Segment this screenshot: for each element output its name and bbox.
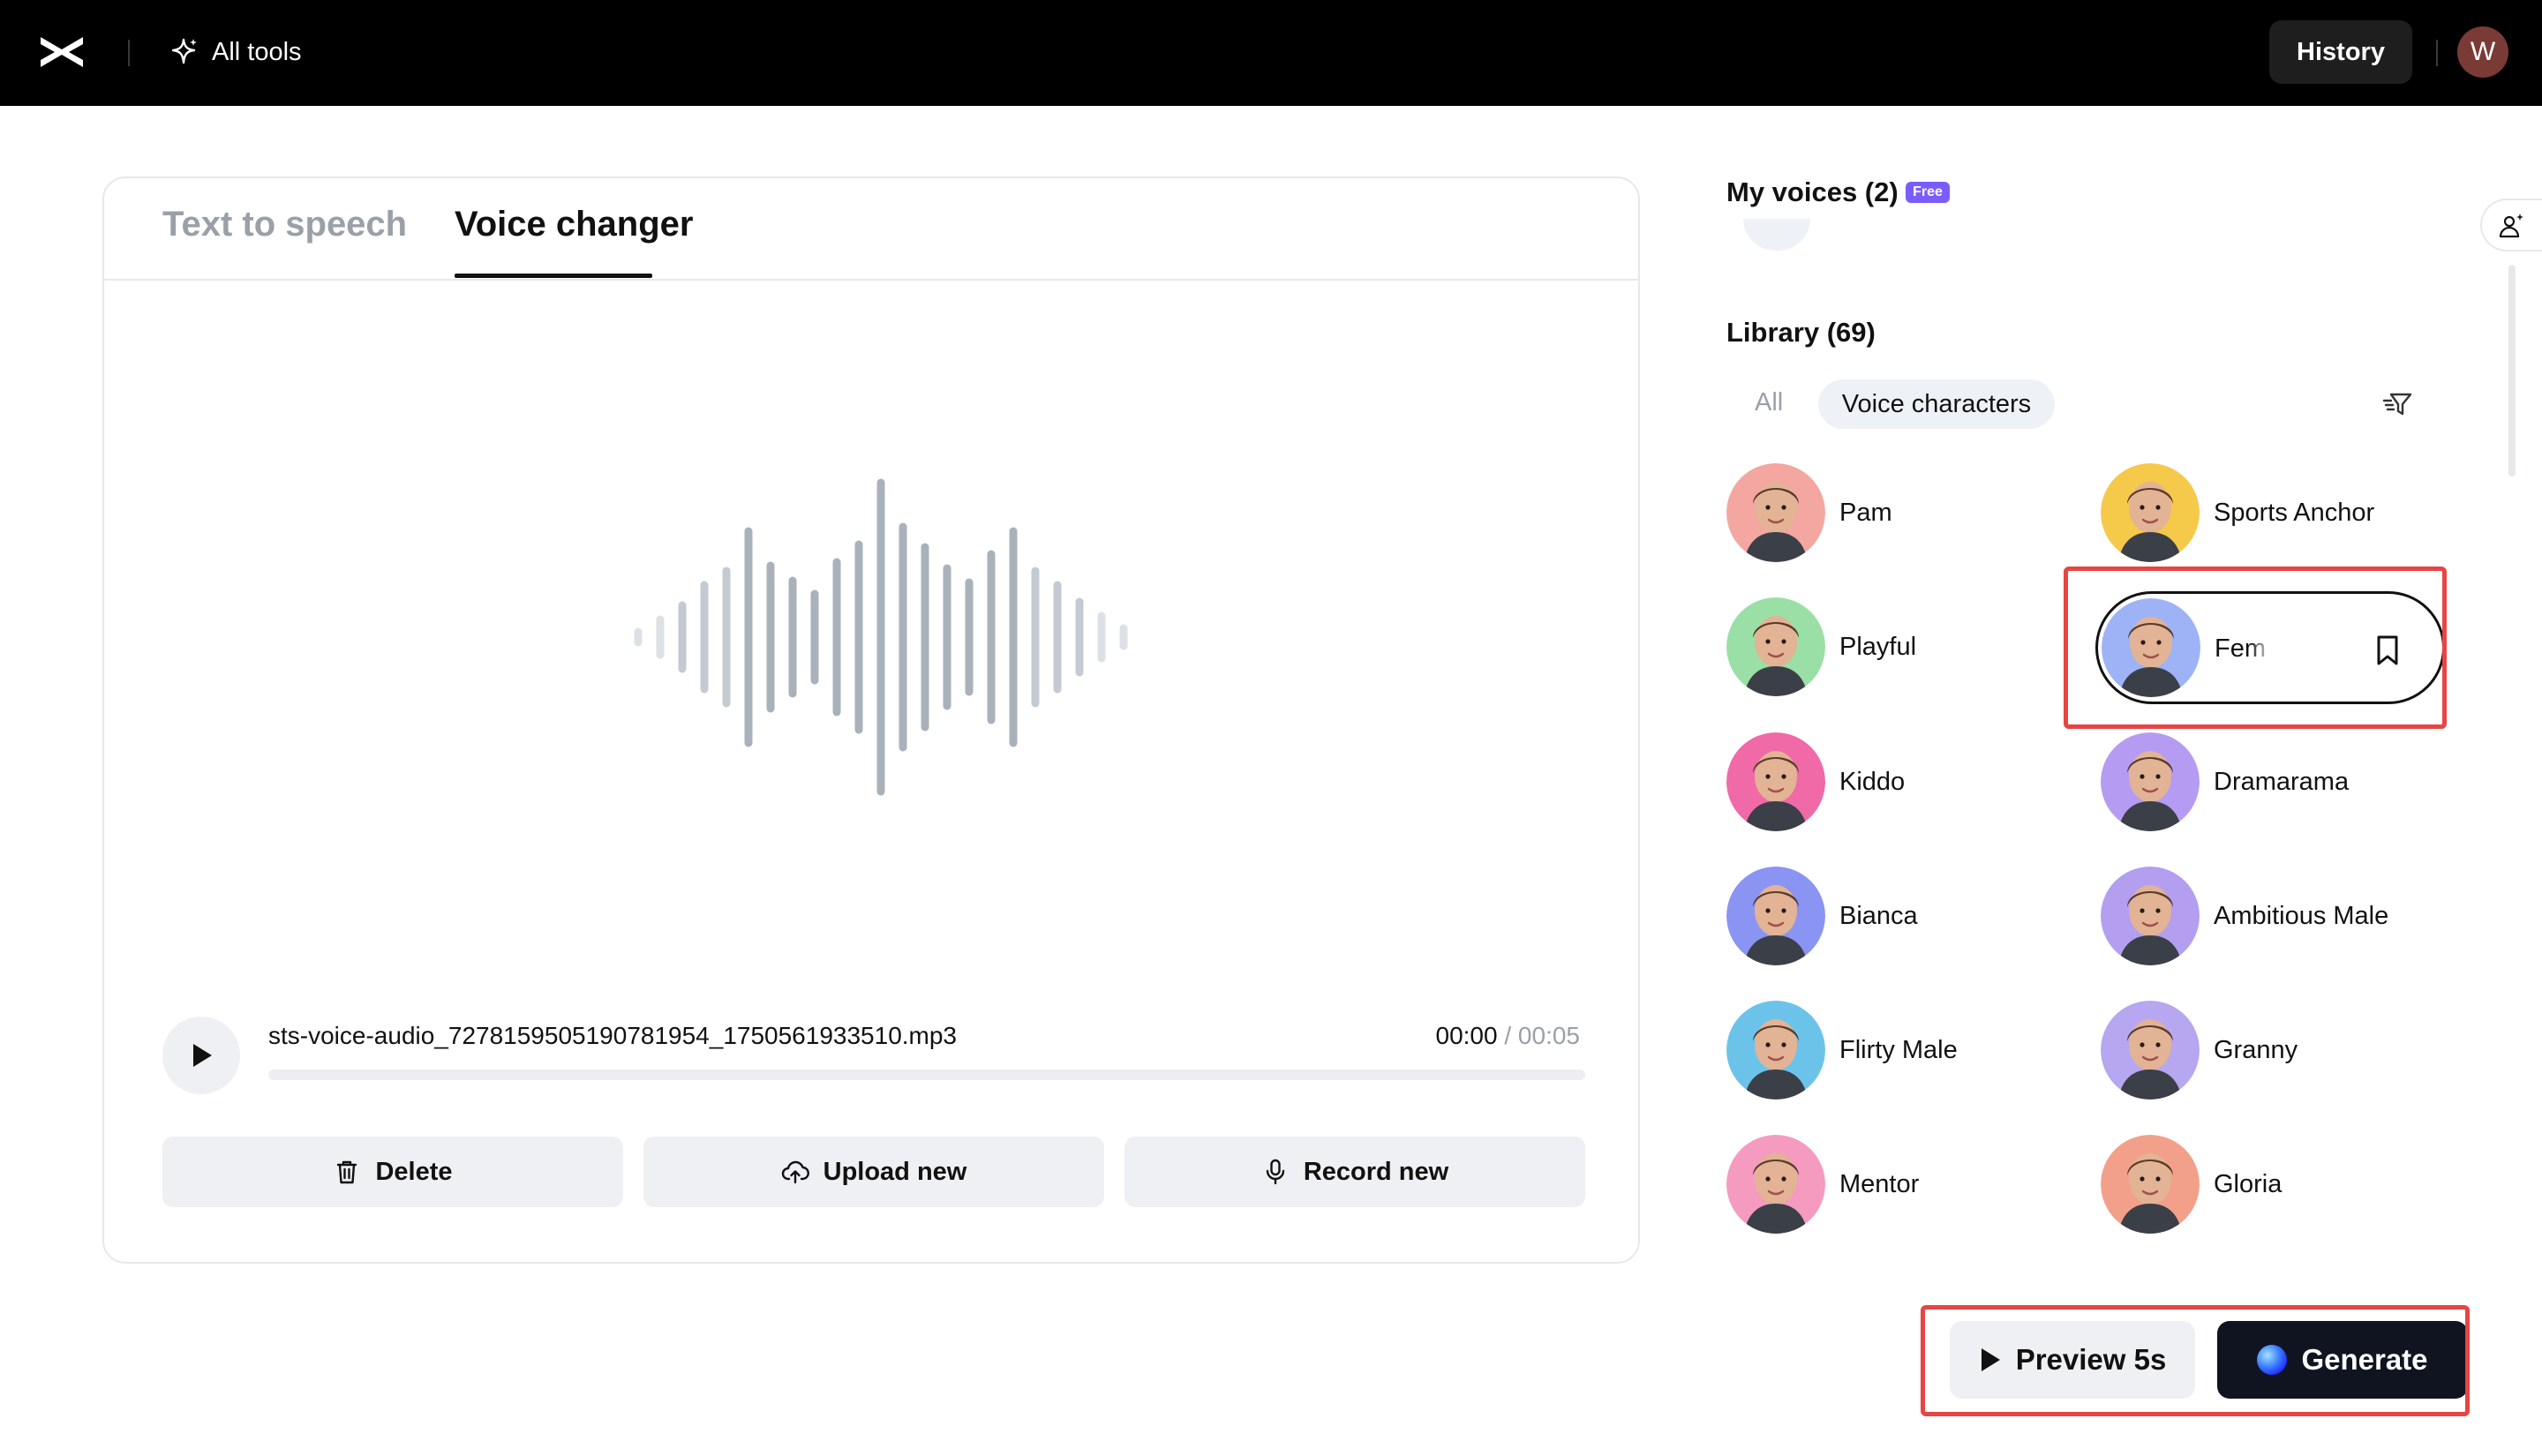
person-avatar-icon (1726, 867, 1825, 965)
voice-name: Sports Anchor (2214, 499, 2374, 528)
person-avatar-icon (1726, 597, 1825, 696)
waveform-icon (625, 469, 1137, 805)
time-readout: 00:00 / 00:05 (1436, 1022, 1581, 1050)
voice-avatar (2101, 463, 2200, 562)
play-button[interactable] (162, 1017, 240, 1094)
voice-item-dramarama[interactable]: Dramarama (2101, 732, 2349, 831)
voice-avatar (1726, 732, 1825, 831)
person-avatar-icon (1726, 1001, 1825, 1100)
progress-bar[interactable] (268, 1069, 1585, 1080)
voice-name: Bianca (1839, 902, 1918, 931)
total-time: 00:05 (1518, 1022, 1580, 1049)
person-avatar-icon (2101, 867, 2200, 965)
voice-avatar (1726, 463, 1825, 562)
person-avatar-icon (1726, 1135, 1825, 1234)
upload-new-button[interactable]: Upload new (643, 1137, 1104, 1207)
filter-icon[interactable] (2380, 387, 2416, 422)
voice-avatar (2101, 867, 2200, 965)
voice-item-mentor[interactable]: Mentor (1726, 1135, 1919, 1234)
all-tools-button[interactable]: All tools (168, 32, 302, 72)
user-avatar[interactable]: W (2457, 26, 2508, 78)
selected-voice-highlight (2064, 567, 2447, 729)
record-new-label: Record new (1304, 1158, 1448, 1187)
my-voices-title: My voices (2) (1726, 176, 1899, 208)
voice-item-flirty-male[interactable]: Flirty Male (1726, 1001, 1958, 1100)
voice-name: Playful (1839, 633, 1916, 662)
trash-icon (333, 1158, 361, 1186)
voice-avatar (1726, 867, 1825, 965)
filter-all[interactable]: All (1755, 388, 1783, 417)
voice-name: Dramarama (2214, 768, 2349, 797)
voice-name: Ambitious Male (2214, 902, 2388, 931)
voice-item-pam[interactable]: Pam (1726, 463, 1892, 562)
tab-text-to-speech[interactable]: Text to speech (162, 205, 407, 244)
person-avatar-icon (2101, 463, 2200, 562)
tab-voice-changer[interactable]: Voice changer (455, 205, 693, 244)
person-avatar-icon (1726, 463, 1825, 562)
voice-avatar (1726, 1001, 1825, 1100)
voice-item-gloria[interactable]: Gloria (2101, 1135, 2282, 1234)
record-new-button[interactable]: Record new (1124, 1137, 1585, 1207)
voice-item-granny[interactable]: Granny (2101, 1001, 2298, 1100)
cloud-upload-icon (781, 1158, 809, 1186)
free-badge: Free (1906, 182, 1950, 203)
my-voice-avatar-partial[interactable] (1743, 219, 1810, 251)
divider (2436, 40, 2438, 66)
divider (128, 40, 130, 66)
voice-name: Flirty Male (1839, 1036, 1958, 1065)
voice-name: Mentor (1839, 1170, 1919, 1199)
history-button[interactable]: History (2269, 20, 2412, 84)
person-avatar-icon (1726, 732, 1825, 831)
voice-avatar (1726, 1135, 1825, 1234)
play-icon (188, 1041, 214, 1069)
delete-label: Delete (375, 1158, 452, 1187)
all-tools-label: All tools (212, 38, 302, 67)
voice-item-sports-anchor[interactable]: Sports Anchor (2101, 463, 2374, 562)
voice-avatar (2101, 1001, 2200, 1100)
time-separator: / (1504, 1022, 1511, 1049)
voice-item-playful[interactable]: Playful (1726, 597, 1916, 696)
top-bar: All tools History W (0, 0, 2542, 106)
voice-avatar (1726, 597, 1825, 696)
person-avatar-icon (2101, 1001, 2200, 1100)
sparkle-icon (168, 36, 199, 68)
voice-avatar (2101, 1135, 2200, 1234)
upload-new-label: Upload new (824, 1158, 967, 1187)
microphone-icon (1261, 1158, 1290, 1186)
voice-name: Granny (2214, 1036, 2298, 1065)
side-rail-button[interactable] (2480, 199, 2542, 251)
scrollbar[interactable] (2508, 265, 2516, 477)
voice-changer-card: Text to speech Voice changer sts-voice-a… (102, 176, 1640, 1264)
capcut-logo-icon[interactable] (37, 32, 86, 72)
library-title: Library (69) (1726, 317, 1876, 349)
voice-name: Kiddo (1839, 768, 1905, 797)
person-avatar-icon (2101, 1135, 2200, 1234)
tab-bar: Text to speech Voice changer (104, 178, 1638, 281)
voice-name: Pam (1839, 499, 1892, 528)
audio-filename: sts-voice-audio_7278159505190781954_1750… (268, 1022, 957, 1050)
voice-avatar (2101, 732, 2200, 831)
delete-button[interactable]: Delete (162, 1137, 623, 1207)
action-buttons-highlight (1921, 1305, 2470, 1416)
voice-item-kiddo[interactable]: Kiddo (1726, 732, 1905, 831)
active-tab-indicator (455, 274, 652, 278)
filter-voice-characters[interactable]: Voice characters (1818, 379, 2055, 429)
avatar-sparkle-icon (2496, 211, 2526, 241)
voice-item-ambitious-male[interactable]: Ambitious Male (2101, 867, 2388, 965)
voice-name: Gloria (2214, 1170, 2282, 1199)
current-time: 00:00 (1436, 1022, 1498, 1049)
voice-item-bianca[interactable]: Bianca (1726, 867, 1918, 965)
person-avatar-icon (2101, 732, 2200, 831)
